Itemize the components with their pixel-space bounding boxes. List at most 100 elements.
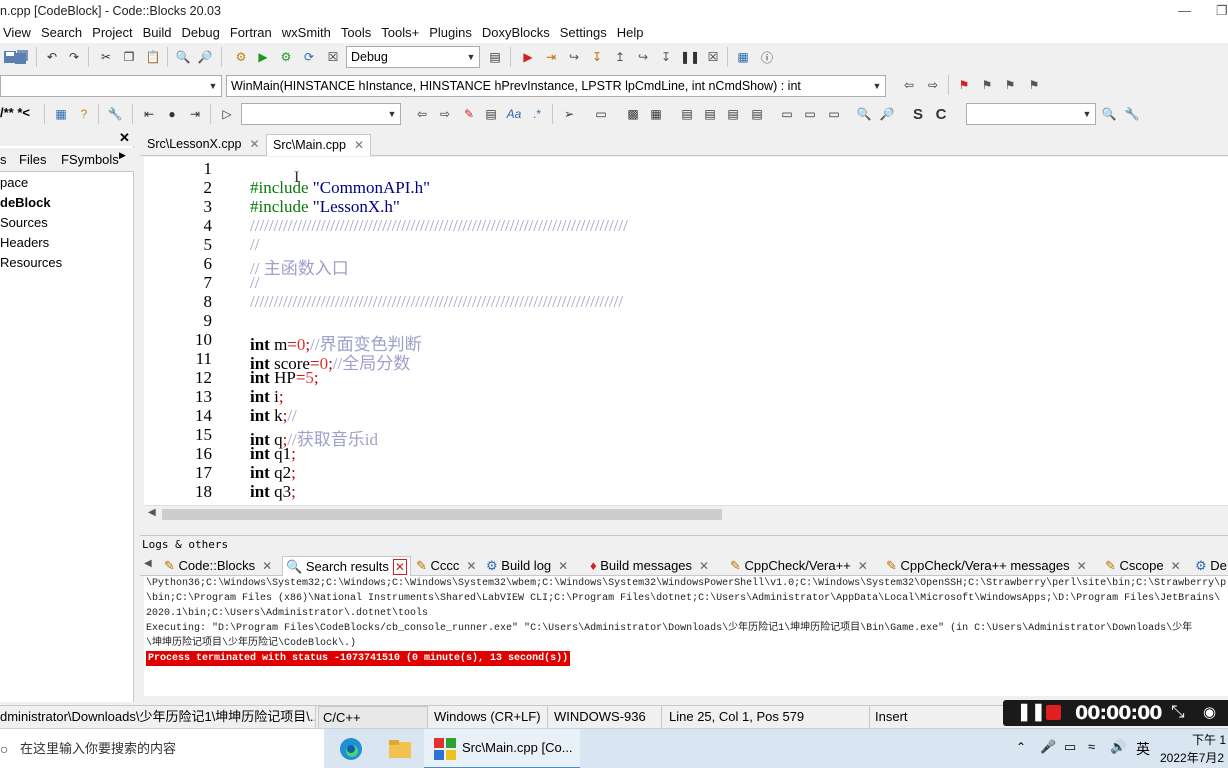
shape-5-icon[interactable]: ▭ xyxy=(778,105,796,123)
shape-3-icon[interactable]: ▤ xyxy=(724,105,742,123)
shape-1-icon[interactable]: ▤ xyxy=(678,105,696,123)
stop-record-icon[interactable] xyxy=(1046,705,1061,720)
build-log-output[interactable]: \Python36;C:\Windows\System32;C:\Windows… xyxy=(144,576,1228,696)
build-run-icon[interactable]: ⚙ xyxy=(277,48,295,66)
abort-icon[interactable]: ☒ xyxy=(324,48,342,66)
close-icon[interactable]: ✕ xyxy=(699,559,709,573)
logtab-cppcheck-messages[interactable]: ✎ CppCheck/Vera++ messages ✕ xyxy=(886,556,1087,576)
logtab-cccc[interactable]: ✎ Cccc ✕ xyxy=(416,556,476,576)
doxy-comment-text[interactable]: /** *< xyxy=(0,105,30,120)
highlight-icon[interactable]: ✎ xyxy=(460,105,478,123)
settings-icon[interactable]: 🔧 xyxy=(1123,105,1141,123)
search-next-icon[interactable]: ⇨ xyxy=(436,105,454,123)
rebuild-icon[interactable]: ⟳ xyxy=(300,48,318,66)
incremental-search-icon[interactable]: ▷ xyxy=(218,105,236,123)
redo-icon[interactable]: ↷ xyxy=(65,48,83,66)
box-icon[interactable]: ▭ xyxy=(592,105,610,123)
menu-view[interactable]: View xyxy=(0,22,36,43)
logtab-cscope[interactable]: ✎ Cscope ✕ xyxy=(1105,556,1181,576)
find-icon[interactable]: 🔍 xyxy=(174,48,192,66)
logtab-search-results[interactable]: 🔍 Search results ✕ xyxy=(282,556,411,576)
menu-tools[interactable]: Tools xyxy=(336,22,376,43)
volume-icon[interactable]: 🔊 xyxy=(1110,739,1126,755)
close-icon[interactable]: ✕ xyxy=(354,138,364,152)
fold-prev-icon[interactable]: ⇤ xyxy=(140,105,158,123)
tab-scroll-left-icon[interactable]: ◀ xyxy=(144,558,152,569)
step-into-icon[interactable]: ↧ xyxy=(588,48,606,66)
pause-icon[interactable]: ❚❚ xyxy=(1017,702,1046,722)
step-instruction-icon[interactable]: ↧ xyxy=(657,48,675,66)
cut-icon[interactable]: ✂ xyxy=(97,48,115,66)
logtab-build-log[interactable]: ⚙ Build log ✕ xyxy=(486,556,568,576)
zoom-out-icon[interactable]: 🔎 xyxy=(878,105,896,123)
copy-icon[interactable]: ❐ xyxy=(120,48,138,66)
taskbar-app-codeblocks[interactable]: Src\Main.cpp [Co... xyxy=(424,729,580,768)
tab-fsymbols[interactable]: FSymbols xyxy=(61,152,119,167)
function-select[interactable]: WinMain(HINSTANCE hInstance, HINSTANCE h… xyxy=(226,75,886,97)
save-all-icon[interactable] xyxy=(13,48,31,66)
scrollbar-thumb[interactable] xyxy=(162,509,722,520)
logtab-codeblocks[interactable]: ✎ Code::Blocks ✕ xyxy=(164,556,272,576)
tree-item-headers[interactable]: Headers xyxy=(0,235,49,250)
c-icon[interactable]: C xyxy=(932,105,950,123)
scroll-left-icon[interactable]: ◀ xyxy=(148,507,156,518)
tree-item-workspace[interactable]: pace xyxy=(0,175,28,190)
build-icon[interactable]: ⚙ xyxy=(232,48,250,66)
camera-icon[interactable]: ◉ xyxy=(1203,703,1216,721)
target-options-icon[interactable]: ▤ xyxy=(486,48,504,66)
debug-continue-icon[interactable]: ▶ xyxy=(519,48,537,66)
close-icon[interactable]: ✕ xyxy=(392,559,407,575)
selection-only-icon[interactable]: ▤ xyxy=(482,105,500,123)
undo-icon[interactable]: ↶ xyxy=(43,48,61,66)
tab-files[interactable]: Files xyxy=(19,152,46,167)
tree-item-resources[interactable]: Resources xyxy=(0,255,62,270)
jump-forward-icon[interactable]: ⇨ xyxy=(924,76,942,94)
tab-lessonx-cpp[interactable]: Src\LessonX.cpp ✕ xyxy=(141,134,266,156)
run-to-cursor-icon[interactable]: ⇥ xyxy=(542,48,560,66)
fullscreen-icon[interactable]: ⤡ xyxy=(1171,702,1185,722)
regex-icon[interactable]: .* xyxy=(528,105,546,123)
scope-select[interactable]: ▼ xyxy=(0,75,222,97)
bookmark-next-icon[interactable]: ⚑ xyxy=(1001,76,1019,94)
taskbar-date[interactable]: 2022年7月2 xyxy=(1160,749,1224,766)
step-out-icon[interactable]: ↥ xyxy=(611,48,629,66)
logtab-cppcheck[interactable]: ✎ CppCheck/Vera++ ✕ xyxy=(730,556,868,576)
fold-next-icon[interactable]: ⇥ xyxy=(186,105,204,123)
taskbar-time[interactable]: 下午 1 xyxy=(1192,731,1226,748)
bookmark-toggle-icon[interactable]: ⚑ xyxy=(955,76,973,94)
zoom-box-icon[interactable]: ▦ xyxy=(647,105,665,123)
battery-icon[interactable]: ▭ xyxy=(1064,739,1076,755)
next-instruction-icon[interactable]: ↪ xyxy=(634,48,652,66)
close-icon[interactable]: ✕ xyxy=(119,130,130,146)
s-icon[interactable]: S xyxy=(909,105,927,123)
paste-icon[interactable]: 📋 xyxy=(144,48,162,66)
microphone-icon[interactable]: 🎤 xyxy=(1040,739,1056,755)
zoom-in-icon[interactable]: 🔍 xyxy=(855,105,873,123)
wifi-icon[interactable]: ≈ xyxy=(1088,739,1095,754)
ime-indicator[interactable]: 英 xyxy=(1136,739,1150,759)
menu-plugins[interactable]: Plugins xyxy=(424,22,477,43)
logtab-debugger[interactable]: ⚙ De xyxy=(1195,556,1227,576)
incremental-search-input[interactable]: ▼ xyxy=(241,103,401,125)
minimize-icon[interactable]: — xyxy=(1178,0,1191,22)
close-icon[interactable]: ✕ xyxy=(1077,559,1087,573)
doxy-help-icon[interactable]: ? xyxy=(75,105,93,123)
code-editor[interactable]: I 1 2 #include "CommonAPI.h" 3 #include "Les… xyxy=(144,157,1228,505)
shape-6-icon[interactable]: ▭ xyxy=(801,105,819,123)
debug-windows-icon[interactable]: ▦ xyxy=(734,48,752,66)
shape-7-icon[interactable]: ▭ xyxy=(825,105,843,123)
tools-icon[interactable]: 🔧 xyxy=(106,105,124,123)
close-icon[interactable]: ✕ xyxy=(858,559,868,573)
replace-icon[interactable]: 🔎 xyxy=(196,48,214,66)
close-icon[interactable]: ✕ xyxy=(250,137,260,151)
close-icon[interactable]: ✕ xyxy=(558,559,568,573)
menu-search[interactable]: Search xyxy=(36,22,87,43)
shape-2-icon[interactable]: ▤ xyxy=(701,105,719,123)
taskbar-search-box[interactable]: ○ 在这里输入你要搜索的内容 xyxy=(0,729,324,768)
restore-icon[interactable]: ❐ xyxy=(1216,0,1228,22)
logtab-build-messages[interactable]: ♦ Build messages ✕ xyxy=(590,556,709,576)
menu-tools-plus[interactable]: Tools+ xyxy=(376,22,424,43)
debug-info-icon[interactable]: ⓘ xyxy=(758,48,776,66)
menu-wxsmith[interactable]: wxSmith xyxy=(277,22,336,43)
build-target-select[interactable]: Debug ▼ xyxy=(346,46,480,68)
